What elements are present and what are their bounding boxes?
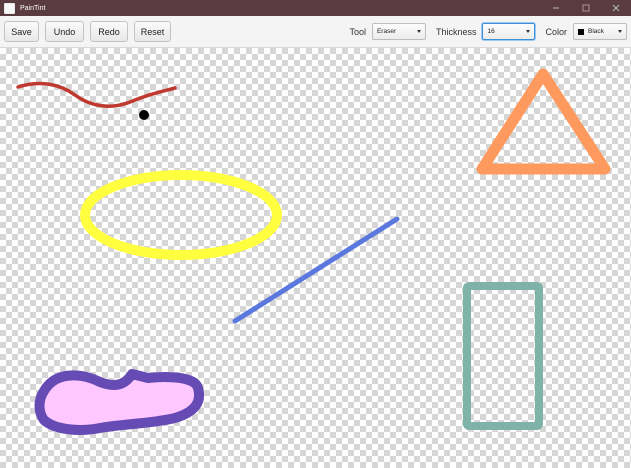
close-icon [612,4,620,12]
color-select[interactable]: Black [573,23,627,40]
toolbar: Save Undo Redo Reset Tool Eraser Thickne… [0,16,631,48]
yellow-ellipse [80,170,282,260]
drawing-canvas[interactable] [0,48,631,468]
undo-button[interactable]: Undo [45,21,84,42]
pink-blob [34,369,204,435]
maximize-icon [582,4,590,12]
app-icon [4,2,15,14]
minimize-icon [553,7,559,9]
reset-button[interactable]: Reset [134,21,171,42]
thickness-select-value: 16 [487,28,495,35]
tool-label: Tool [349,26,366,37]
orange-triangle [476,68,611,175]
thickness-select[interactable]: 16 [482,23,536,40]
save-button[interactable]: Save [4,21,39,42]
color-swatch [578,28,584,35]
chevron-down-icon [618,30,622,33]
window-title: PainTint [20,4,46,12]
close-button[interactable] [601,0,631,16]
teal-rectangle [463,282,543,430]
color-label: Color [545,26,567,37]
red-wave-stroke [16,81,177,108]
window-controls [541,0,631,16]
black-dot [139,110,149,120]
chevron-down-icon [526,30,531,33]
redo-button[interactable]: Redo [90,21,128,42]
thickness-label: Thickness [435,26,477,37]
toolbar-options: Tool Eraser Thickness 16 Color Black [339,16,627,47]
color-select-value: Black [588,28,604,35]
app-window: PainTint Save Undo Redo Reset Tool Erase… [0,0,631,468]
title-bar: PainTint [0,0,631,16]
tool-select-value: Eraser [376,28,397,35]
maximize-button[interactable] [571,0,601,16]
chevron-down-icon [416,30,421,33]
minimize-button[interactable] [541,0,571,16]
tool-select[interactable]: Eraser [371,23,426,40]
canvas-drawing [16,68,611,435]
